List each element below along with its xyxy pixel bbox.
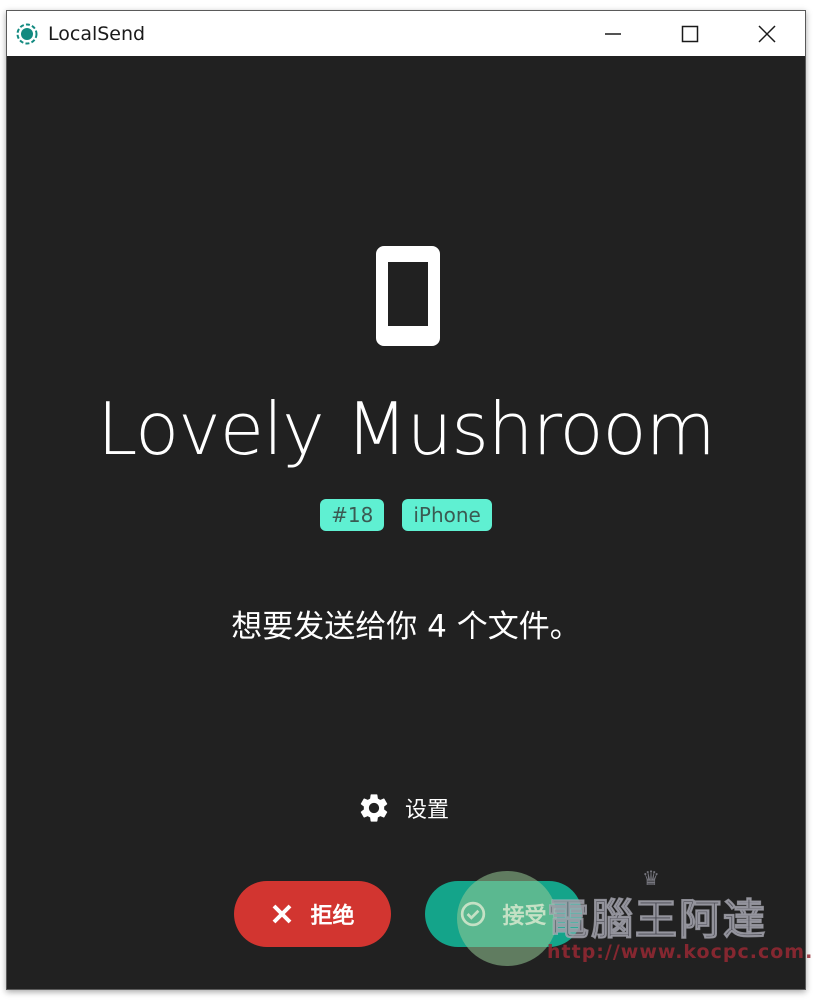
minimize-button[interactable]: [574, 11, 651, 56]
request-message: 想要发送给你 4 个文件。: [231, 609, 581, 645]
decline-label: 拒绝: [310, 904, 355, 929]
device-type-badge: iPhone: [402, 499, 492, 531]
close-icon: [757, 24, 776, 43]
decline-button[interactable]: 拒绝: [234, 881, 391, 947]
close-window-button[interactable]: [728, 11, 805, 56]
device-id-badge: #18: [320, 499, 385, 531]
maximize-icon: [681, 25, 698, 42]
check-circle-icon: [461, 901, 486, 927]
minimize-icon: [604, 32, 621, 35]
close-icon: [273, 904, 292, 924]
accept-label: 接受: [502, 904, 547, 929]
accept-button[interactable]: 接受: [425, 881, 582, 947]
maximize-button[interactable]: [651, 11, 728, 56]
settings-button[interactable]: 设置: [357, 791, 449, 825]
gear-icon: [360, 794, 388, 822]
localsend-logo-icon: [16, 23, 38, 45]
window-controls: [574, 11, 805, 56]
watermark-url: http://www.kocpc.com.tw: [547, 941, 813, 963]
app-window: LocalSend Lovely Mushroom #18 iPhone 想要发…: [6, 10, 813, 990]
device-name: Lovely Mushroom: [97, 387, 715, 471]
settings-label: 设置: [405, 798, 450, 823]
crown-icon: ♛: [642, 866, 660, 890]
receive-request-panel: Lovely Mushroom #18 iPhone 想要发送给你 4 个文件。…: [7, 56, 813, 989]
smartphone-icon: [376, 246, 440, 346]
title-bar[interactable]: LocalSend: [7, 11, 805, 56]
window-title: LocalSend: [48, 22, 146, 45]
device-badges: #18 iPhone: [7, 499, 805, 531]
